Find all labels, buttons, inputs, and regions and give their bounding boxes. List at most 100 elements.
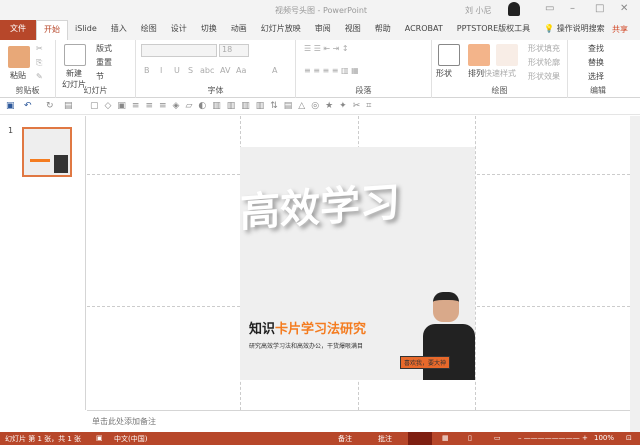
italic-button[interactable]: I bbox=[160, 66, 162, 75]
slide-title[interactable]: 知识卡片学习法研究 bbox=[249, 318, 366, 337]
thumb-person bbox=[54, 155, 68, 173]
user-name[interactable]: 刘 小尼 bbox=[465, 5, 492, 16]
ribbon-display-icon[interactable]: ▭ bbox=[545, 3, 554, 14]
tab-review[interactable]: 审阅 bbox=[308, 20, 338, 40]
drawing-label: 绘图 bbox=[491, 86, 508, 95]
tab-acrobat[interactable]: ACROBAT bbox=[398, 20, 450, 40]
zoom-slider[interactable]: – ———————— + bbox=[518, 434, 588, 442]
slides-label: 幻灯片 bbox=[83, 86, 108, 95]
shadow-button[interactable]: S bbox=[188, 66, 193, 75]
font-size-select[interactable]: 18 bbox=[219, 44, 249, 57]
close-icon[interactable]: ✕ bbox=[620, 3, 628, 14]
thumb-title-bar bbox=[30, 159, 50, 162]
font-group: 18 B I U S abc AV Aa A 字体 bbox=[136, 40, 296, 98]
editing-group: 查找 替换 选择 编辑 bbox=[568, 40, 628, 98]
shapes-button[interactable]: 形状 bbox=[436, 68, 452, 79]
tab-help[interactable]: 帮助 bbox=[368, 20, 398, 40]
arrange-icon[interactable] bbox=[468, 44, 490, 66]
quick-styles-button[interactable]: 快速样式 bbox=[484, 68, 516, 79]
avatar[interactable] bbox=[508, 2, 520, 16]
tab-design[interactable]: 设计 bbox=[164, 20, 194, 40]
reading-view-icon[interactable]: ▯ bbox=[468, 434, 472, 442]
slides-group: 新建 幻灯片 版式 重置 节 幻灯片 bbox=[56, 40, 136, 98]
redo-icon[interactable]: ↻ bbox=[46, 101, 54, 111]
slide-sorter-icon[interactable]: ▦ bbox=[442, 434, 449, 442]
normal-view-icon[interactable] bbox=[408, 432, 432, 445]
paste-icon[interactable] bbox=[8, 46, 30, 68]
tab-home[interactable]: 开始 bbox=[36, 20, 68, 40]
title-bar: 视频号头图 - PowerPoint 刘 小尼 ▭ – □ ✕ bbox=[0, 0, 640, 20]
title-black: 知识 bbox=[249, 322, 276, 337]
bullets-icon[interactable]: ☰ ☰ ⇤ ⇥ ↕ bbox=[304, 44, 349, 53]
slide-canvas[interactable]: 高效学习 知识卡片学习法研究 研究高效学习法和高效办公，干货爆哏满目 喜欢我，要… bbox=[240, 147, 475, 380]
tab-transitions[interactable]: 切换 bbox=[194, 20, 224, 40]
comments-button[interactable]: 批注 bbox=[378, 434, 392, 444]
undo-icon[interactable]: ↶ bbox=[24, 101, 32, 111]
tab-draw[interactable]: 绘图 bbox=[134, 20, 164, 40]
paragraph-group: ☰ ☰ ⇤ ⇥ ↕ ≡ ≡ ≡ ≡ ▥ ▦ 段落 bbox=[296, 40, 432, 98]
save-icon[interactable]: ▣ bbox=[6, 101, 15, 111]
bold-button[interactable]: B bbox=[144, 66, 150, 75]
slide-info: 幻灯片 第 1 张，共 1 张 bbox=[5, 435, 82, 443]
slide-thumbnail[interactable] bbox=[22, 127, 72, 177]
slide-thumbnail-pane: 1 bbox=[0, 116, 86, 410]
replace-button[interactable]: 替换 bbox=[588, 57, 604, 68]
clipboard-group: 粘贴 ✂ ⎘ ✎ 剪贴板 bbox=[0, 40, 56, 98]
shapes-icon[interactable] bbox=[438, 44, 460, 66]
vertical-scrollbar[interactable] bbox=[630, 116, 640, 432]
minimize-icon[interactable]: – bbox=[570, 3, 575, 14]
editing-label: 编辑 bbox=[590, 86, 606, 95]
shape-outline-button[interactable]: 形状轮廓 bbox=[528, 57, 560, 68]
section-button[interactable]: 节 bbox=[96, 71, 104, 82]
change-case-button[interactable]: Aa bbox=[236, 66, 246, 75]
tab-file[interactable]: 文件 bbox=[0, 20, 36, 40]
slideshow-icon[interactable]: ▭ bbox=[494, 434, 501, 442]
drawing-group: 形状 排列 快速样式 形状填充 形状轮廓 形状效果 绘图 bbox=[432, 40, 568, 98]
char-spacing-button[interactable]: AV bbox=[220, 66, 230, 75]
quick-styles-icon[interactable] bbox=[496, 44, 518, 66]
spellcheck-icon[interactable]: ▣ bbox=[96, 434, 103, 442]
strikethrough-button[interactable]: abc bbox=[200, 66, 214, 75]
language[interactable]: 中文(中国) bbox=[114, 434, 147, 444]
font-name-select[interactable] bbox=[141, 44, 217, 57]
tab-animations[interactable]: 动画 bbox=[224, 20, 254, 40]
shape-fill-button[interactable]: 形状填充 bbox=[528, 43, 560, 54]
font-label: 字体 bbox=[207, 86, 224, 95]
slide-editor[interactable]: 高效学习 知识卡片学习法研究 研究高效学习法和高效办公，干货爆哏满目 喜欢我，要… bbox=[87, 116, 630, 410]
paste-button[interactable]: 粘贴 bbox=[10, 70, 26, 81]
ribbon-tabs: 文件 开始 iSlide 插入 绘图 设计 切换 动画 幻灯片放映 审阅 视图 … bbox=[0, 20, 640, 40]
shape-effects-button[interactable]: 形状效果 bbox=[528, 71, 560, 82]
share-button[interactable]: 共享 bbox=[612, 24, 628, 35]
cut-icon[interactable]: ✂ bbox=[36, 44, 43, 53]
ribbon: 粘贴 ✂ ⎘ ✎ 剪贴板 新建 幻灯片 版式 重置 节 幻灯片 18 B I U… bbox=[0, 40, 640, 98]
align-icons[interactable]: ≡ ≡ ≡ ≡ ▥ ▦ bbox=[304, 66, 359, 75]
font-color-button[interactable]: A bbox=[272, 66, 277, 75]
underline-button[interactable]: U bbox=[174, 66, 180, 75]
copy-icon[interactable]: ⎘ bbox=[36, 58, 42, 68]
arrange-button[interactable]: 排列 bbox=[468, 68, 484, 79]
notes-pane[interactable]: 单击此处添加备注 bbox=[87, 410, 630, 432]
tab-islide[interactable]: iSlide bbox=[68, 20, 104, 40]
new-slide-icon[interactable] bbox=[64, 44, 86, 66]
layout-button[interactable]: 版式 bbox=[96, 43, 112, 54]
tab-slideshow[interactable]: 幻灯片放映 bbox=[254, 20, 308, 40]
find-button[interactable]: 查找 bbox=[588, 43, 604, 54]
tab-insert[interactable]: 插入 bbox=[104, 20, 134, 40]
tab-pptstore[interactable]: PPTSTORE版权工具 bbox=[450, 20, 537, 40]
notes-button[interactable]: 备注 bbox=[338, 434, 352, 444]
format-painter-icon[interactable]: ✎ bbox=[36, 72, 43, 81]
title-orange: 卡片学习法研究 bbox=[275, 322, 367, 337]
big-title-art: 高效学习 bbox=[240, 178, 400, 237]
select-button[interactable]: 选择 bbox=[588, 71, 604, 82]
paragraph-label: 段落 bbox=[355, 86, 372, 95]
start-slideshow-icon[interactable]: ▤ bbox=[64, 101, 73, 111]
zoom-level[interactable]: 100% bbox=[594, 434, 614, 442]
slide-badge[interactable]: 喜欢我，要大神 bbox=[400, 356, 451, 369]
toolbar-icons[interactable]: ▢◇▣≡≡≡◈▱◐▥▥▥▥⇅▤△◎★✦✂⌗ bbox=[90, 101, 377, 111]
slide-subtitle[interactable]: 研究高效学习法和高效办公，干货爆哏满目 bbox=[249, 341, 363, 350]
tell-me-search[interactable]: 💡 操作说明搜索 bbox=[537, 20, 612, 40]
tab-view[interactable]: 视图 bbox=[338, 20, 368, 40]
fit-slide-icon[interactable]: ⊡ bbox=[626, 434, 632, 442]
maximize-icon[interactable]: □ bbox=[595, 3, 604, 14]
reset-button[interactable]: 重置 bbox=[96, 57, 112, 68]
